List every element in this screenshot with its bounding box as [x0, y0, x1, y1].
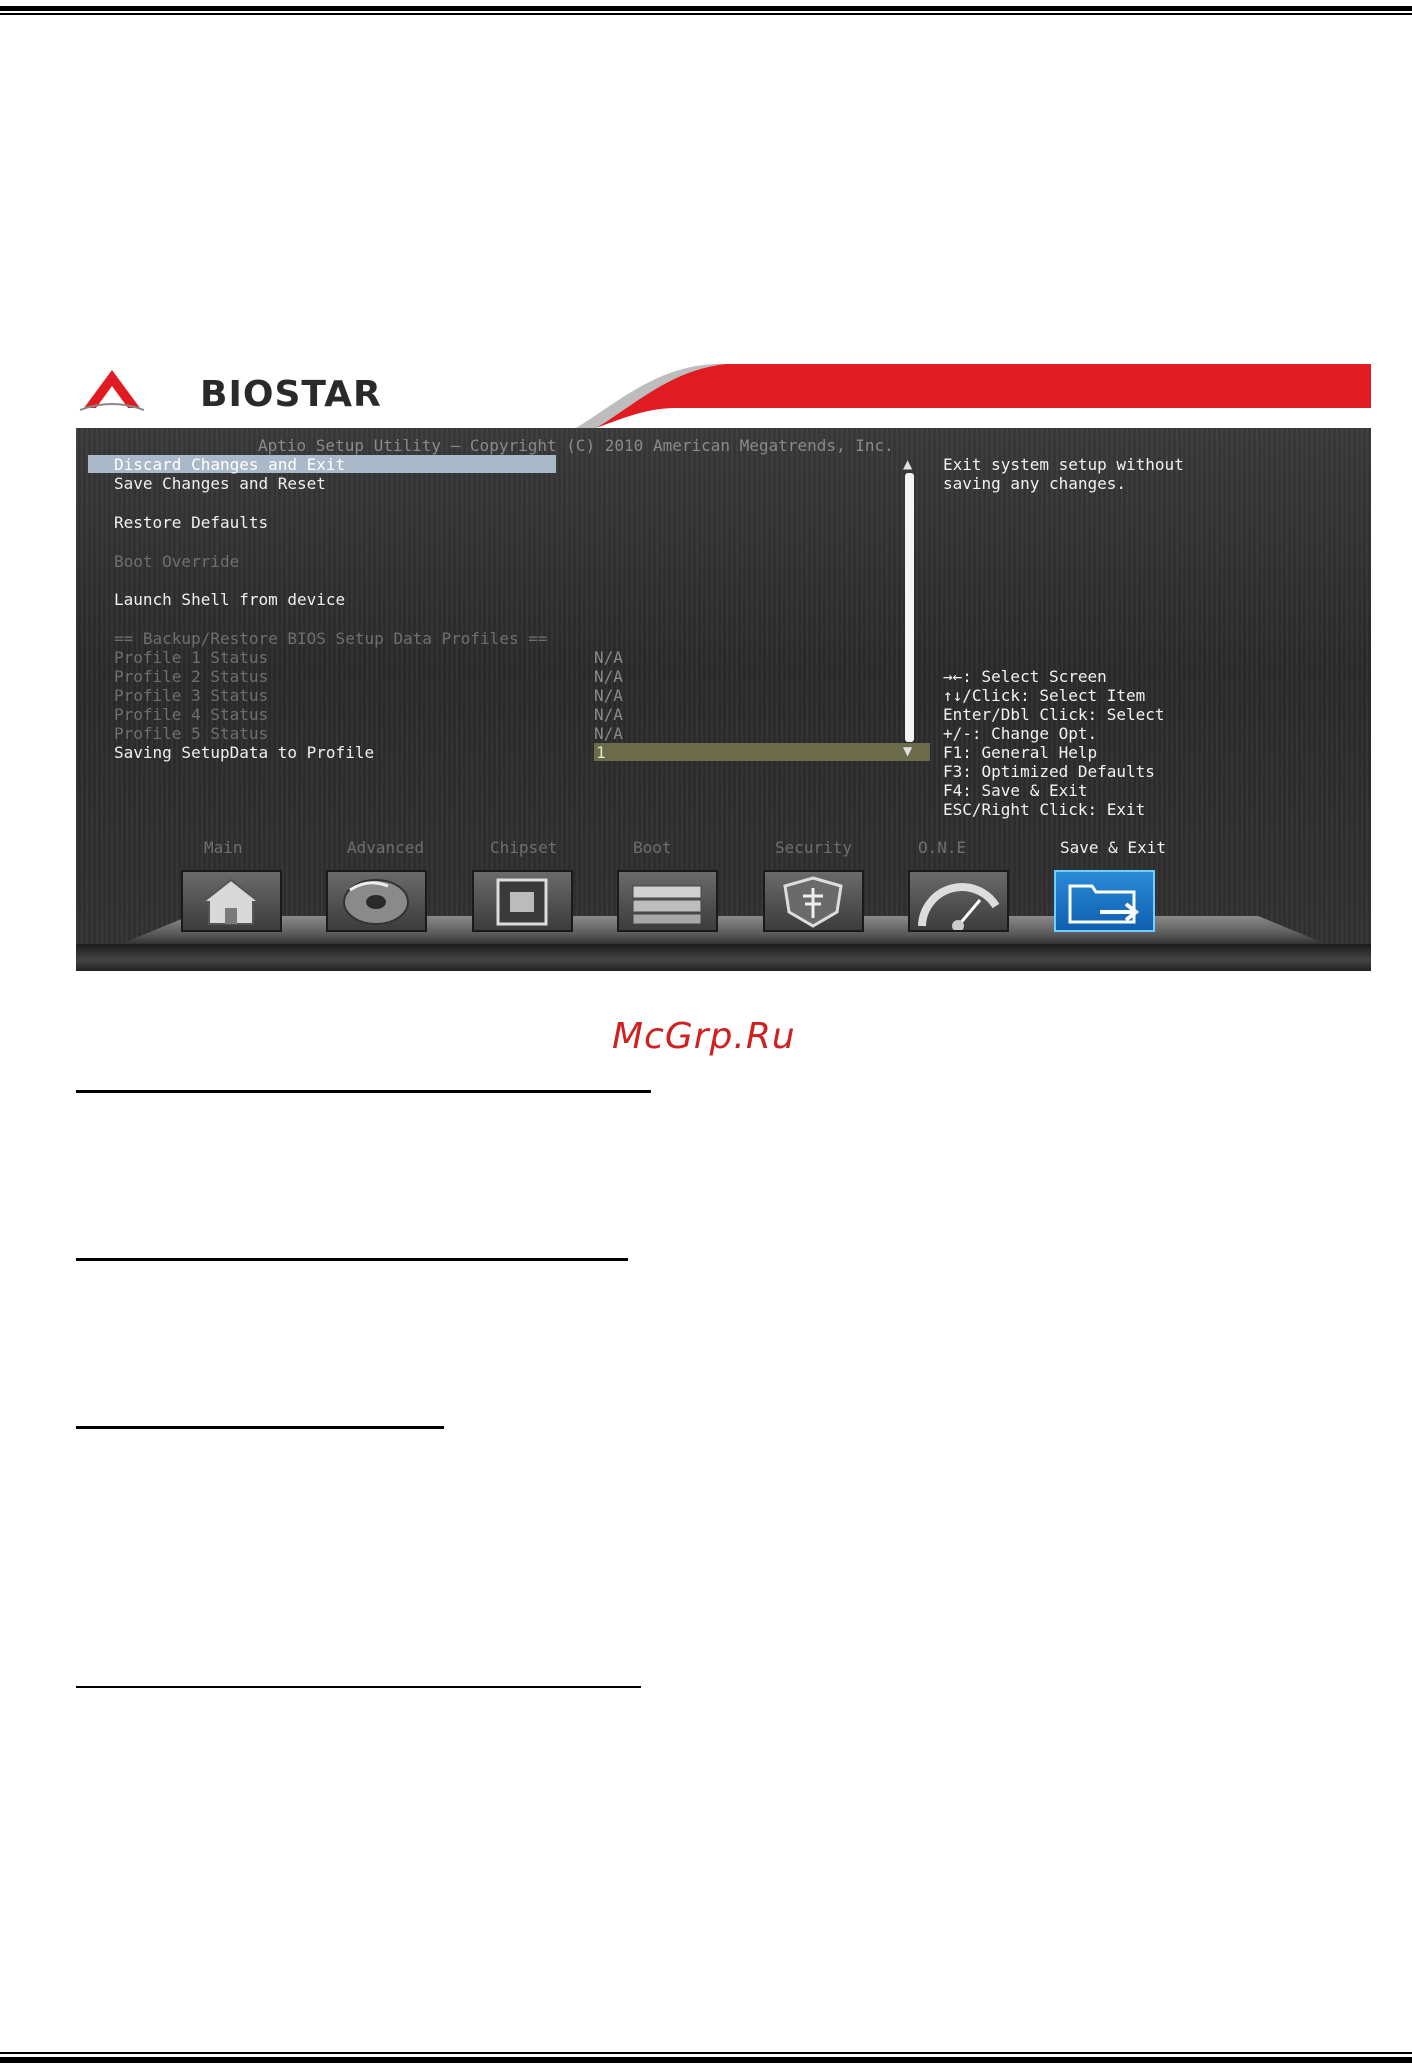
bottom-rule-thin — [0, 2052, 1412, 2054]
profile-2-status-value: N/A — [594, 667, 623, 686]
folder-exit-icon[interactable] — [1054, 870, 1155, 932]
menu-save-changes-and-reset[interactable]: Save Changes and Reset — [114, 474, 326, 493]
key-hint-select-item: ↑↓/Click: Select Item — [943, 686, 1146, 705]
saving-profile-value-field[interactable] — [594, 743, 930, 761]
watermark-text: McGrp.Ru — [612, 1016, 796, 1057]
tab-chipset[interactable]: Chipset — [490, 838, 557, 857]
profile-5-status-value: N/A — [594, 724, 623, 743]
divider-line — [76, 1686, 641, 1688]
shield-cross-icon[interactable] — [763, 870, 864, 932]
profile-3-status-value: N/A — [594, 686, 623, 705]
menu-saving-setupdata-to-profile[interactable]: Saving SetupData to Profile — [114, 743, 374, 762]
drives-icon[interactable] — [617, 870, 718, 932]
profile-3-status-label: Profile 3 Status — [114, 686, 269, 705]
help-text-line-2: saving any changes. — [943, 474, 1127, 493]
menu-launch-shell[interactable]: Launch Shell from device — [114, 590, 345, 609]
gauge-icon[interactable] — [908, 870, 1009, 932]
bottom-rule-thick — [0, 2057, 1412, 2063]
key-hint-enter: Enter/Dbl Click: Select — [943, 705, 1165, 724]
tab-boot[interactable]: Boot — [633, 838, 672, 857]
divider-line — [76, 1258, 628, 1261]
biostar-logo-icon — [79, 370, 145, 411]
profiles-section-header: == Backup/Restore BIOS Setup Data Profil… — [114, 629, 548, 648]
tab-advanced[interactable]: Advanced — [347, 838, 424, 857]
top-rule-thick — [0, 6, 1412, 11]
chip-icon[interactable] — [472, 870, 573, 932]
key-hint-esc: ESC/Right Click: Exit — [943, 800, 1146, 819]
key-hint-select-screen: →←: Select Screen — [943, 667, 1107, 686]
menu-restore-defaults[interactable]: Restore Defaults — [114, 513, 268, 532]
bios-screenshot: BIOSTAR Aptio Setup Utility – Copyright … — [76, 364, 1371, 971]
key-hint-f4: F4: Save & Exit — [943, 781, 1088, 800]
help-text-line-1: Exit system setup without — [943, 455, 1184, 474]
scrollbar[interactable] — [905, 473, 914, 742]
copyright-line: Aptio Setup Utility – Copyright (C) 2010… — [258, 436, 894, 455]
profile-1-status-value: N/A — [594, 648, 623, 667]
key-hint-f1: F1: General Help — [943, 743, 1098, 762]
disc-icon[interactable] — [326, 870, 427, 932]
top-rule-thin — [0, 13, 1412, 15]
brand-name: BIOSTAR — [200, 374, 382, 415]
key-hint-f3: F3: Optimized Defaults — [943, 762, 1155, 781]
profile-5-status-label: Profile 5 Status — [114, 724, 269, 743]
profile-4-status-label: Profile 4 Status — [114, 705, 269, 724]
profile-2-status-label: Profile 2 Status — [114, 667, 269, 686]
tab-main[interactable]: Main — [204, 838, 243, 857]
saving-profile-value: 1 — [596, 743, 606, 762]
divider-line — [76, 1090, 651, 1093]
bios-header: BIOSTAR — [76, 364, 1371, 428]
key-hint-change-opt: +/-: Change Opt. — [943, 724, 1098, 743]
profile-1-status-label: Profile 1 Status — [114, 648, 269, 667]
scroll-down-arrow-icon[interactable]: ▼ — [903, 744, 912, 758]
scroll-up-arrow-icon[interactable]: ▲ — [903, 457, 912, 471]
home-icon[interactable] — [181, 870, 282, 932]
menu-boot-override: Boot Override — [114, 552, 240, 571]
tab-security[interactable]: Security — [775, 838, 852, 857]
icon-tray-base — [76, 944, 1371, 971]
tab-save-and-exit[interactable]: Save & Exit — [1060, 838, 1166, 857]
profile-4-status-value: N/A — [594, 705, 623, 724]
menu-discard-changes-and-exit[interactable]: Discard Changes and Exit — [114, 455, 345, 474]
tab-one[interactable]: O.N.E — [918, 838, 966, 857]
divider-line — [76, 1426, 444, 1429]
